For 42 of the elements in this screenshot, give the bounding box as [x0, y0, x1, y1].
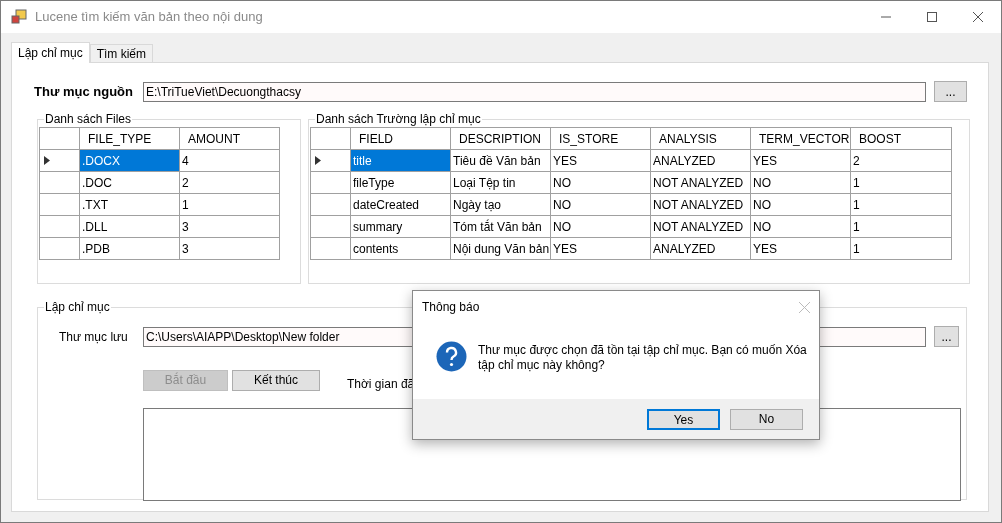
table-row[interactable]: title Tiêu đề Văn bản YES ANALYZED YES 2 [310, 149, 952, 172]
table-row[interactable]: .DOC 2 [39, 171, 280, 194]
browse-button[interactable]: ... [934, 326, 959, 347]
yes-button[interactable]: Yes [647, 408, 720, 430]
tab[interactable]: Lập chỉ mục [11, 42, 90, 63]
table-row[interactable]: contents Nội dung Văn bản YES ANALYZED YES 1 [310, 237, 952, 260]
dialog-message: Thư mục được chọn đã tồn tại tập chỉ mục. Bạn có muốn Xóa tập chỉ mục này không? [478, 343, 808, 373]
column-header[interactable]: ANALYSIS [650, 127, 751, 150]
table-row[interactable]: summary Tóm tắt Văn bản NO NOT ANALYZED NO 1 [310, 215, 952, 238]
column-header[interactable]: AMOUNT [179, 127, 280, 150]
column-header[interactable]: IS_STORE [550, 127, 651, 150]
close-icon[interactable] [973, 12, 983, 22]
dialog-title: Thông báo [422, 299, 480, 316]
table-row[interactable]: .DOCX 4 [39, 149, 280, 172]
window-title: Lucene tìm kiếm văn bản theo nội dung [35, 8, 263, 27]
input-field[interactable]: E:\TriTueViet\Decuongthacsy [143, 81, 926, 102]
column-header[interactable]: BOOST [850, 127, 952, 150]
column-header[interactable]: DESCRIPTION [450, 127, 551, 150]
table-row[interactable]: .TXT 1 [39, 193, 280, 216]
app-icon [11, 9, 27, 25]
table-row[interactable]: fileType Loại Tệp tin NO NOT ANALYZED NO 1 [310, 171, 952, 194]
browse-button[interactable]: ... [934, 81, 967, 102]
current-row-icon [315, 156, 321, 165]
maximize-icon[interactable] [927, 12, 937, 22]
field-label: Thư mục nguồn [34, 82, 134, 101]
tab[interactable]: Tìm kiếm [89, 44, 154, 62]
group-title: Danh sách Files [44, 112, 133, 126]
question-icon [436, 341, 467, 372]
table-row[interactable]: dateCreated Ngày tạo NO NOT ANALYZED NO 1 [310, 193, 952, 216]
column-header[interactable]: TERM_VECTOR [750, 127, 851, 150]
field-label: Thư mục lưu [59, 328, 129, 346]
column-header[interactable]: FIELD [350, 127, 451, 150]
row-header-cell [39, 127, 80, 150]
row-header-cell [310, 127, 351, 150]
table-row[interactable]: .PDB 3 [39, 237, 280, 260]
stop-button[interactable]: Kết thúc [232, 369, 320, 391]
group-title: Danh sách Trường lập chỉ mục [315, 112, 482, 126]
column-header[interactable]: FILE_TYPE [79, 127, 180, 150]
group-title: Lập chỉ mục [44, 300, 111, 314]
no-button[interactable]: No [730, 408, 803, 430]
table-row[interactable]: .DLL 3 [39, 215, 280, 238]
current-row-icon [44, 156, 50, 165]
